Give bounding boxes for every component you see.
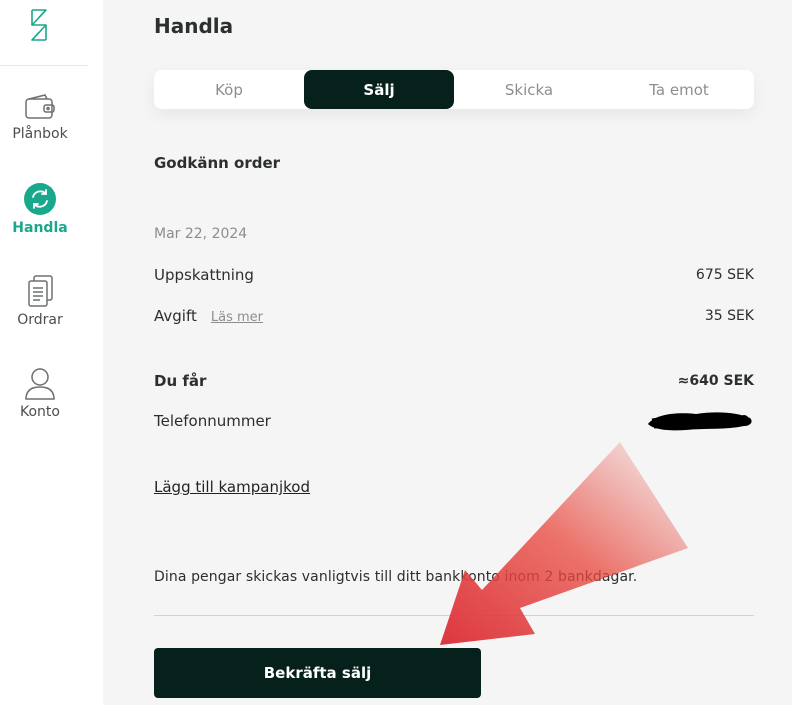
tab-send[interactable]: Skicka (454, 70, 604, 109)
sidebar-item-orders[interactable]: Ordrar (0, 274, 80, 328)
sidebar-item-label: Handla (12, 220, 68, 236)
phone-label: Telefonnummer (154, 412, 271, 430)
tab-receive[interactable]: Ta emot (604, 70, 754, 109)
sidebar-item-label: Plånbok (12, 126, 68, 142)
sidebar-item-wallet[interactable]: Plånbok (0, 92, 80, 142)
tab-sell[interactable]: Sälj (304, 70, 454, 109)
estimate-row: Uppskattning 675 SEK (154, 264, 754, 286)
order-date: Mar 22, 2024 (154, 226, 248, 242)
payout-info-text: Dina pengar skickas vanligtvis till ditt… (154, 569, 638, 585)
brand-logo-icon[interactable] (24, 8, 54, 42)
section-title: Godkänn order (154, 154, 281, 172)
receive-value: ≈640 SEK (677, 373, 754, 389)
estimate-label: Uppskattning (154, 266, 254, 284)
divider (154, 615, 754, 616)
sidebar-item-account[interactable]: Konto (0, 366, 80, 420)
add-promo-code-link[interactable]: Lägg till kampanjkod (154, 478, 310, 496)
sidebar-item-trade[interactable]: Handla (0, 182, 80, 236)
trade-cycle-icon (24, 183, 56, 215)
receive-row: Du får ≈640 SEK (154, 370, 754, 392)
estimate-value: 675 SEK (695, 267, 754, 283)
fee-row: Avgift Läs mer 35 SEK (154, 305, 754, 327)
phone-row: Telefonnummer (154, 408, 754, 434)
sidebar: Plånbok Handla Ordrar Konto (0, 0, 103, 705)
redacted-phone-number (648, 412, 752, 431)
read-more-link[interactable]: Läs mer (211, 310, 263, 325)
user-icon (25, 368, 55, 400)
confirm-sell-button[interactable]: Bekräfta sälj (154, 648, 481, 698)
annotation-arrow-icon (440, 442, 688, 645)
sidebar-item-label: Ordrar (17, 312, 63, 328)
trade-tabs: Köp Sälj Skicka Ta emot (154, 70, 754, 109)
sidebar-item-label: Konto (20, 404, 60, 420)
fee-value: 35 SEK (704, 308, 754, 324)
wallet-icon (25, 94, 55, 119)
sidebar-divider (0, 65, 88, 66)
orders-icon (28, 275, 53, 307)
tab-buy[interactable]: Köp (154, 70, 304, 109)
fee-label: Avgift (154, 307, 197, 325)
receive-label: Du får (154, 372, 207, 390)
page-title: Handla (154, 14, 234, 38)
